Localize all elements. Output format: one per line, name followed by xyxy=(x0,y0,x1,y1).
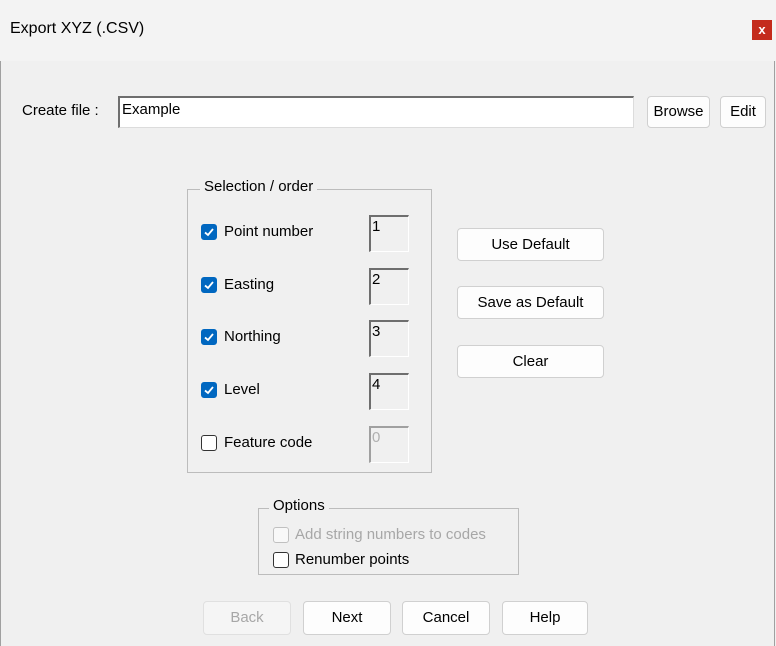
northing-order-field[interactable]: 3 xyxy=(369,320,409,357)
renumber-points-checkbox[interactable] xyxy=(273,552,289,568)
level-label: Level xyxy=(224,381,260,398)
checkmark-icon xyxy=(204,228,214,237)
easting-label: Easting xyxy=(224,276,275,293)
easting-order-field[interactable]: 2 xyxy=(369,268,409,305)
edit-button[interactable]: Edit xyxy=(720,96,766,128)
add-string-numbers-checkbox xyxy=(273,527,289,543)
level-checkbox[interactable] xyxy=(201,382,217,398)
use-default-button[interactable]: Use Default xyxy=(457,228,604,261)
window-border-right xyxy=(774,61,775,646)
clear-button[interactable]: Clear xyxy=(457,345,604,378)
browse-button[interactable]: Browse xyxy=(647,96,710,128)
file-name-input[interactable]: Example xyxy=(118,96,634,128)
window-border-left xyxy=(0,61,1,646)
next-button[interactable]: Next xyxy=(303,601,391,635)
renumber-points-label: Renumber points xyxy=(295,551,410,568)
create-file-label: Create file : xyxy=(22,102,99,119)
easting-checkbox[interactable] xyxy=(201,277,217,293)
feature-code-order-field: 0 xyxy=(369,426,409,463)
cancel-button[interactable]: Cancel xyxy=(402,601,490,635)
feature-code-checkbox[interactable] xyxy=(201,435,217,451)
feature-code-label: Feature code xyxy=(224,434,313,451)
add-string-numbers-label: Add string numbers to codes xyxy=(295,526,486,543)
window-title: Export XYZ (.CSV) xyxy=(10,20,145,37)
save-as-default-button[interactable]: Save as Default xyxy=(457,286,604,319)
checkmark-icon xyxy=(204,281,214,290)
point-number-checkbox[interactable] xyxy=(201,224,217,240)
options-legend: Options xyxy=(269,497,329,514)
selection-order-legend: Selection / order xyxy=(200,178,318,195)
point-number-order-field[interactable]: 1 xyxy=(369,215,409,252)
level-order-field[interactable]: 4 xyxy=(369,373,409,410)
help-button[interactable]: Help xyxy=(502,601,588,635)
title-bar: Export XYZ (.CSV) x xyxy=(0,0,776,61)
northing-checkbox[interactable] xyxy=(201,329,217,345)
checkmark-icon xyxy=(204,333,214,342)
point-number-label: Point number xyxy=(224,223,314,240)
back-button: Back xyxy=(203,601,291,635)
close-button[interactable]: x xyxy=(752,20,772,40)
northing-label: Northing xyxy=(224,328,281,345)
checkmark-icon xyxy=(204,386,214,395)
